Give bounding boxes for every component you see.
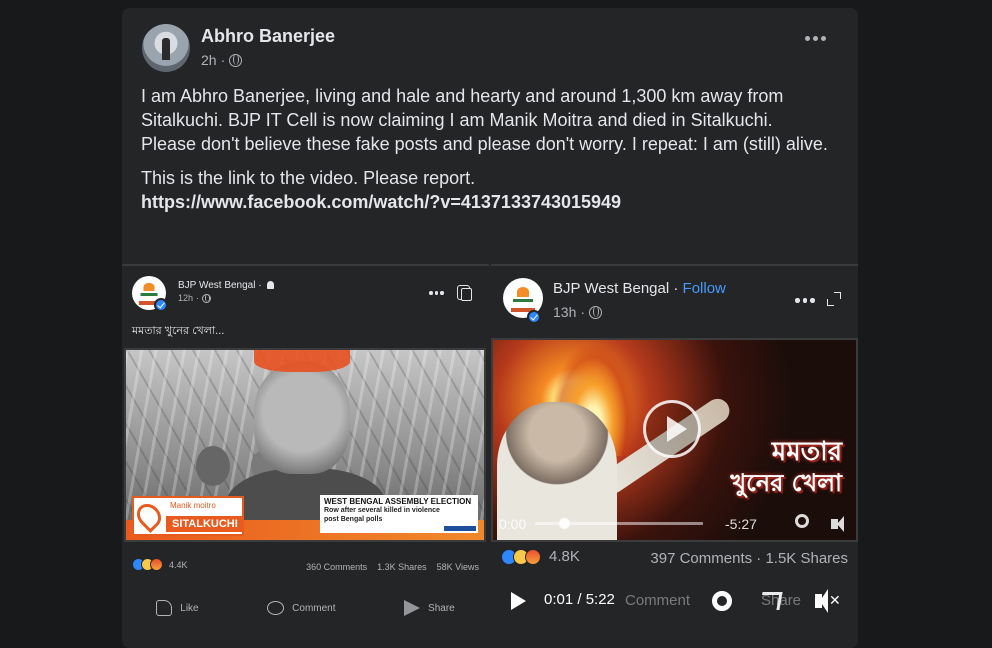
share-icon	[404, 600, 421, 616]
engagement-stats: 397 Comments · 1.5K Shares	[650, 550, 848, 567]
thumbs-up-icon	[156, 600, 173, 616]
video-title-overlay: মমতার খুনের খেলা	[712, 436, 842, 498]
play-icon	[511, 592, 526, 610]
location-pin-icon	[132, 499, 166, 533]
share-button: Share	[404, 600, 455, 616]
shot-time-text: 13h	[553, 304, 577, 320]
right-screenshot: BJP West Bengal · Follow 13h · মমতার খুনে…	[491, 264, 858, 648]
bell-icon	[267, 281, 275, 289]
news-headline: WEST BENGAL ASSEMBLY ELECTION Row after …	[320, 495, 478, 533]
post-meta: 2h ·	[201, 52, 243, 68]
settings-icon	[795, 514, 809, 528]
pin-place: SITALKUCHI	[166, 516, 244, 532]
page-name-text[interactable]: BJP West Bengal	[178, 280, 255, 291]
engagement-stats: 360 Comments 1.3K Shares 58K Views	[306, 562, 479, 572]
channel-logo	[444, 526, 476, 531]
video-player: মমতার খুনের খেলা 0:00 -5:27	[491, 338, 858, 542]
progress-handle	[559, 518, 570, 529]
view-count: 58K Views	[436, 562, 479, 572]
post-time[interactable]: 2h	[201, 52, 217, 68]
pin-name: Manik moitro	[170, 501, 216, 510]
globe-icon	[589, 305, 603, 319]
comment-icon	[267, 601, 285, 615]
more-options-icon[interactable]	[805, 36, 826, 41]
verified-badge-icon	[527, 310, 541, 324]
fullscreen-icon	[759, 592, 783, 610]
reaction-count: 4.8K	[549, 548, 580, 565]
author-name[interactable]: Abhro Banerjee	[201, 26, 335, 47]
author-avatar[interactable]	[142, 24, 190, 72]
player-controls: Comment Share 0:01 / 5:22 ✕	[491, 582, 858, 622]
angry-reaction-icon	[150, 558, 163, 571]
post-paragraph-1: I am Abhro Banerjee, living and hale and…	[141, 86, 828, 154]
location-card: Manik moitro SITALKUCHI	[132, 496, 244, 536]
shot-time-text: 12h	[178, 293, 194, 303]
shot-time: 13h ·	[553, 304, 603, 320]
share-label: Share	[428, 602, 455, 614]
settings-icon	[712, 591, 732, 611]
page-name-text: BJP West Bengal	[553, 280, 670, 297]
comment-count: 360 Comments	[306, 562, 368, 572]
reactions: 4.4K	[132, 558, 188, 571]
volume-icon	[831, 516, 844, 532]
headline-line-1: WEST BENGAL ASSEMBLY ELECTION	[324, 497, 472, 506]
verified-badge-icon	[154, 298, 168, 312]
shot-time: 12h ·	[178, 293, 212, 303]
video-title-line-1: মমতার	[771, 437, 842, 467]
page-name[interactable]: BJP West Bengal ·	[178, 280, 275, 291]
comment-ghost-label: Comment	[625, 592, 691, 609]
page-name: BJP West Bengal · Follow	[553, 280, 726, 297]
comment-label: Comment	[292, 602, 336, 614]
post-paragraph-2-text: This is the link to the video. Please re…	[141, 168, 476, 188]
mute-x-icon: ✕	[829, 592, 841, 608]
video-link[interactable]: https://www.facebook.com/watch/?v=413713…	[141, 192, 621, 212]
like-label: Like	[180, 602, 199, 614]
comment-button: Comment	[267, 601, 336, 615]
more-options-icon	[429, 291, 444, 295]
reactions: 4.8K	[501, 548, 580, 565]
headline-line-2: Row after several killed in violence	[324, 507, 440, 514]
more-options-icon	[795, 298, 815, 303]
post-body: I am Abhro Banerjee, living and hale and…	[141, 84, 831, 224]
globe-icon	[202, 293, 212, 303]
play-icon	[643, 400, 701, 458]
video-title-line-2: খুনের খেলা	[730, 469, 842, 497]
shot-caption: মমতার খুনের খেলা...	[132, 325, 225, 337]
headline-line-3: post Bengal polls	[324, 516, 383, 523]
action-bar: Like Comment Share	[122, 590, 489, 626]
reaction-count: 4.4K	[169, 559, 188, 570]
follow-link: Follow	[682, 280, 726, 297]
expand-icon	[827, 292, 841, 306]
remaining-time: -5:27	[725, 516, 757, 532]
player-time: 0:01 / 5:22	[544, 591, 615, 608]
share-count: 1.3K Shares	[377, 562, 427, 572]
like-button: Like	[156, 600, 199, 616]
post-paragraph-2: This is the link to the video. Please re…	[141, 166, 831, 214]
elapsed-time: 0:00	[499, 516, 527, 532]
video-thumbnail: Manik moitro SITALKUCHI WEST BENGAL ASSE…	[124, 348, 486, 542]
facebook-post: Abhro Banerjee 2h · I am Abhro Banerjee,…	[122, 8, 858, 648]
globe-icon	[229, 53, 243, 67]
copy-icon	[457, 285, 472, 301]
left-screenshot: BJP West Bengal · 12h · মমতার খুনের খেলা.…	[122, 264, 489, 648]
volume-icon	[815, 589, 828, 613]
angry-reaction-icon	[525, 548, 541, 565]
